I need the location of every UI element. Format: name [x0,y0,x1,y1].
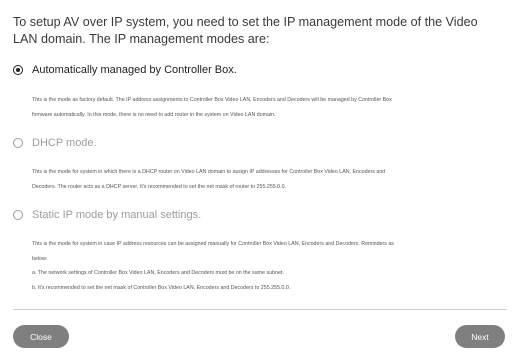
option-dhcp-description: This is the mode for system in which the… [32,165,502,194]
description-line: firmware automatically. In this mode, th… [32,111,276,118]
option-static-ip[interactable]: Static IP mode by manual settings. [13,209,201,221]
description-line: This is the mode for system in case IP a… [32,241,394,247]
footer-divider [13,309,507,310]
description-line: b. It's recommended to set the net mask … [32,284,291,291]
option-static-ip-description: This is the mode for system in case IP a… [32,237,502,295]
close-button[interactable]: Close [13,325,69,348]
radio-dhcp[interactable] [13,138,23,148]
description-line: Decoders. The router acts as a DHCP serv… [32,183,287,190]
description-line: below: [32,255,48,262]
description-line: a. The network settings of Controller Bo… [32,270,284,277]
option-dhcp[interactable]: DHCP mode. [13,137,97,149]
option-dhcp-label[interactable]: DHCP mode. [32,137,97,149]
option-auto-managed-label[interactable]: Automatically managed by Controller Box. [32,64,237,76]
option-auto-managed-description: This is the mode as factory default. The… [32,93,502,122]
next-button[interactable]: Next [455,325,505,348]
ip-mode-dialog: To setup AV over IP system, you need to … [0,0,512,356]
description-line: This is the mode for system in which the… [32,169,386,175]
option-auto-managed[interactable]: Automatically managed by Controller Box. [13,64,237,76]
radio-static-ip[interactable] [13,210,23,220]
radio-auto-managed[interactable] [13,65,23,75]
option-static-ip-label[interactable]: Static IP mode by manual settings. [32,209,201,221]
intro-text: To setup AV over IP system, you need to … [13,15,478,46]
radio-selected-dot [15,67,21,73]
description-line: This is the mode as factory default. The… [32,97,392,103]
